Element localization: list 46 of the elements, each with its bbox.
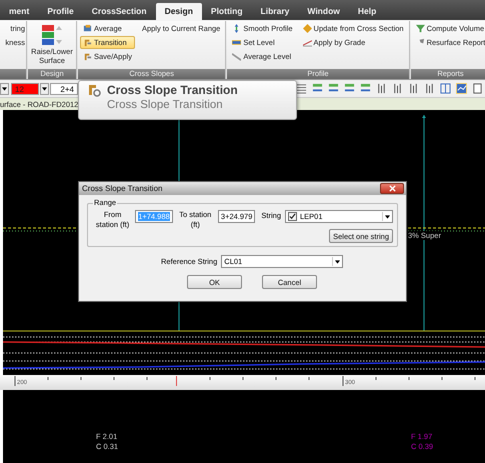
dropdown-button[interactable]	[0, 82, 9, 94]
layers-icon	[40, 24, 64, 46]
caret-icon	[2, 86, 7, 90]
menu-tab[interactable]: Library	[252, 3, 298, 20]
columns-icon[interactable]	[392, 83, 403, 94]
close-button[interactable]	[380, 183, 404, 194]
row-insert-icon[interactable]	[344, 83, 355, 94]
roller-icon	[83, 38, 92, 47]
chart-icon[interactable]	[456, 83, 467, 94]
roller-icon	[87, 83, 101, 97]
tooltip-description: Cross Slope Transition	[107, 99, 224, 111]
menu-tab[interactable]: ment	[0, 3, 38, 20]
dialog-title: Cross Slope Transition	[82, 184, 164, 193]
roller-icon	[83, 52, 92, 61]
group-footer	[0, 69, 26, 79]
layer-field[interactable]: 12	[11, 82, 39, 94]
table-icon[interactable]	[440, 83, 451, 94]
slope-icon	[232, 52, 242, 61]
level-icon	[232, 38, 242, 47]
grade-icon	[302, 38, 312, 47]
checkbox[interactable]	[288, 212, 297, 221]
caret-icon	[385, 214, 390, 218]
row-insert-icon[interactable]	[328, 83, 339, 94]
menu-tab[interactable]: Design	[156, 3, 202, 20]
position-marker	[176, 376, 178, 386]
caret-icon	[42, 86, 47, 90]
row-insert-icon[interactable]	[360, 83, 371, 94]
diamond-icon	[302, 24, 312, 33]
columns-icon[interactable]	[424, 83, 435, 94]
menu-tab[interactable]: Profile	[38, 3, 83, 20]
funnel-icon	[416, 24, 425, 33]
columns-icon[interactable]	[376, 83, 387, 94]
columns-icon[interactable]	[408, 83, 419, 94]
menu-tab[interactable]: Help	[348, 3, 386, 20]
grid-icon[interactable]	[296, 83, 307, 94]
caret-icon	[335, 260, 340, 264]
tooltip-title: Cross Slope Transition	[107, 83, 238, 97]
menu-tab[interactable]: Window	[298, 3, 349, 20]
stack-icon	[83, 24, 92, 33]
dropdown-button[interactable]	[40, 82, 49, 94]
page-icon[interactable]	[472, 83, 483, 94]
menu-tab[interactable]: Plotting	[202, 3, 252, 20]
station-field[interactable]: 2+4	[50, 82, 78, 94]
row-insert-icon[interactable]	[312, 83, 323, 94]
close-icon	[388, 185, 396, 192]
menu-tab[interactable]: CrossSection	[82, 3, 156, 20]
